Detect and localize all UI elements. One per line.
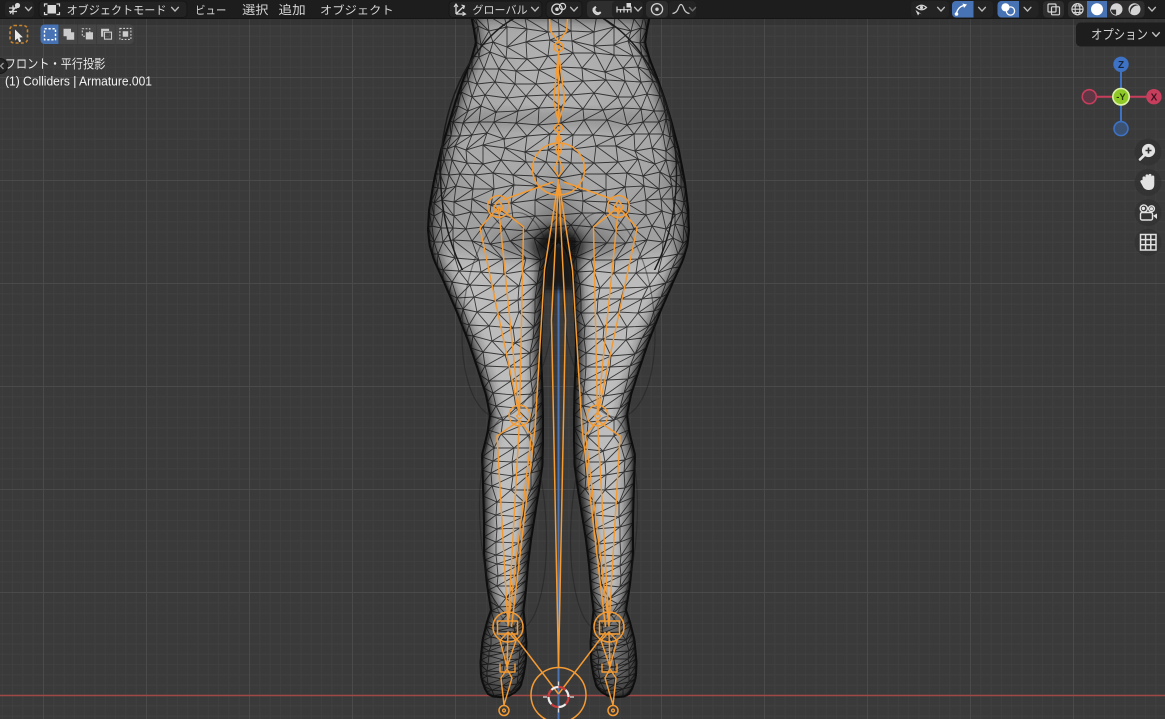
svg-text:(1) Colliders | Armature.001: (1) Colliders | Armature.001 [5,74,152,89]
svg-text:-Y: -Y [1116,92,1126,103]
svg-text:Z: Z [1118,60,1124,71]
svg-text:X: X [1151,92,1158,103]
